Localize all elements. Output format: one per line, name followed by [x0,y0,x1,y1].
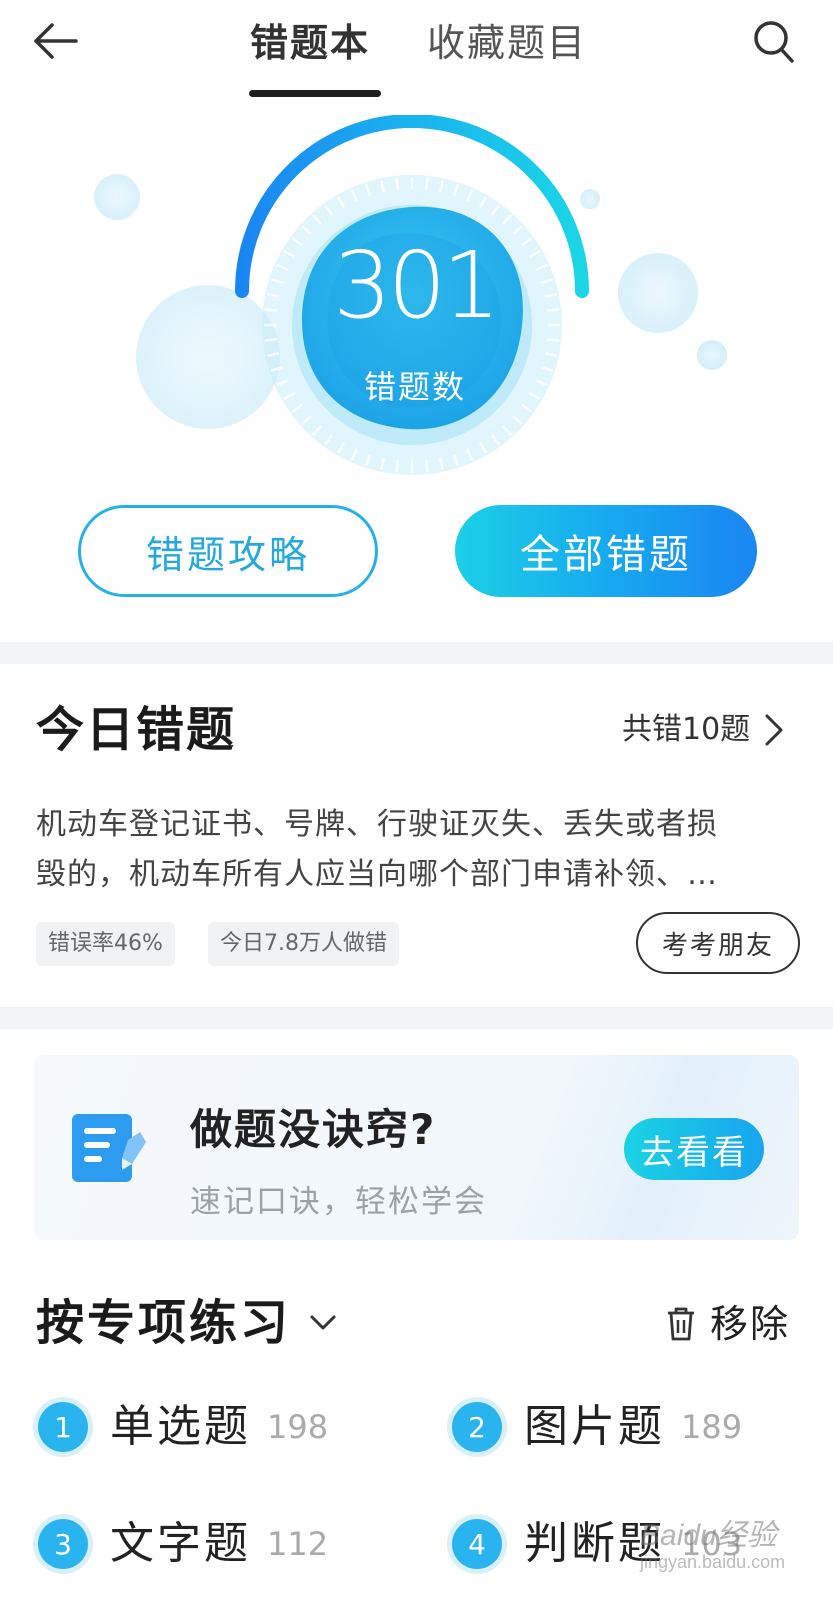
gauge-tick [424,460,429,473]
search-icon [754,21,794,63]
gauge-tick [264,337,277,342]
quiz-friends-button[interactable]: 考考朋友 [636,912,800,974]
practice-title: 按专项练习 [36,1295,292,1351]
go-see-button[interactable]: 去看看 [624,1118,764,1180]
category-single-choice[interactable]: 1 单选题 198 [38,1397,328,1457]
all-wrong-button[interactable]: 全部错题 [455,505,757,597]
baidu-watermark-url: jingyan.baidu.com [640,1552,786,1572]
notepad-pen-icon [72,1114,146,1182]
gauge-tick [395,177,400,190]
remove-button[interactable]: 移除 [666,1297,790,1351]
category-name: 图片题 [524,1401,665,1452]
arrow-left-icon [34,23,78,59]
back-button[interactable] [30,18,90,64]
category-number-badge: 3 [38,1519,88,1569]
tab-wrong-book[interactable]: 错题本 [250,18,370,68]
tip-card-subtitle: 速记口诀，轻松学会 [190,1184,487,1220]
gauge-tick [547,308,560,313]
error-rate-badge: 错误率46% [36,922,175,966]
category-name: 文字题 [110,1518,251,1569]
category-count: 112 [267,1525,329,1563]
section-divider [0,642,833,664]
category-number-badge: 4 [452,1519,502,1569]
category-picture[interactable]: 2 图片题 189 [452,1397,742,1457]
wrong-count-label: 错题数 [363,368,466,406]
tab-favorites[interactable]: 收藏题目 [427,18,587,68]
gauge-tick [547,337,560,342]
tip-card-title: 做题没诀窍? [190,1105,437,1154]
today-question-text[interactable]: 机动车登记证书、号牌、行驶证灭失、丢失或者损 毁的，机动车所有人应当向哪个部门申… [36,800,801,900]
search-button[interactable] [746,14,802,70]
category-name: 单选题 [110,1401,251,1452]
wrong-strategy-button[interactable]: 错题攻略 [78,505,378,597]
active-tab-indicator [249,90,381,97]
question-line: 机动车登记证书、号牌、行驶证灭失、丢失或者损 [36,807,718,842]
category-number-badge: 1 [38,1402,88,1452]
remove-label: 移除 [710,1302,791,1346]
baidu-watermark: Baidu经验 [640,1519,777,1552]
chevron-down-icon [310,1315,336,1330]
total-wrong-text: 共错10题 [622,712,751,747]
gauge-tick [395,460,400,473]
section-divider [0,1007,833,1029]
practice-category-dropdown[interactable]: 按专项练习 [36,1292,337,1354]
wrong-people-badge: 今日7.8万人做错 [208,922,399,966]
chevron-right-icon [765,714,783,746]
trash-icon [668,1307,694,1341]
category-number-badge: 2 [452,1402,502,1452]
category-count: 189 [681,1408,743,1446]
wrong-count-value: 301 [333,232,501,339]
today-wrong-title: 今日错题 [36,702,237,758]
category-text[interactable]: 3 文字题 112 [38,1514,328,1574]
gauge-tick [264,308,277,313]
question-line: 毁的，机动车所有人应当向哪个部门申请补领、… [36,857,718,892]
category-count: 198 [267,1408,329,1446]
gauge-tick [424,177,429,190]
total-wrong-link[interactable]: 共错10题 [622,708,784,752]
